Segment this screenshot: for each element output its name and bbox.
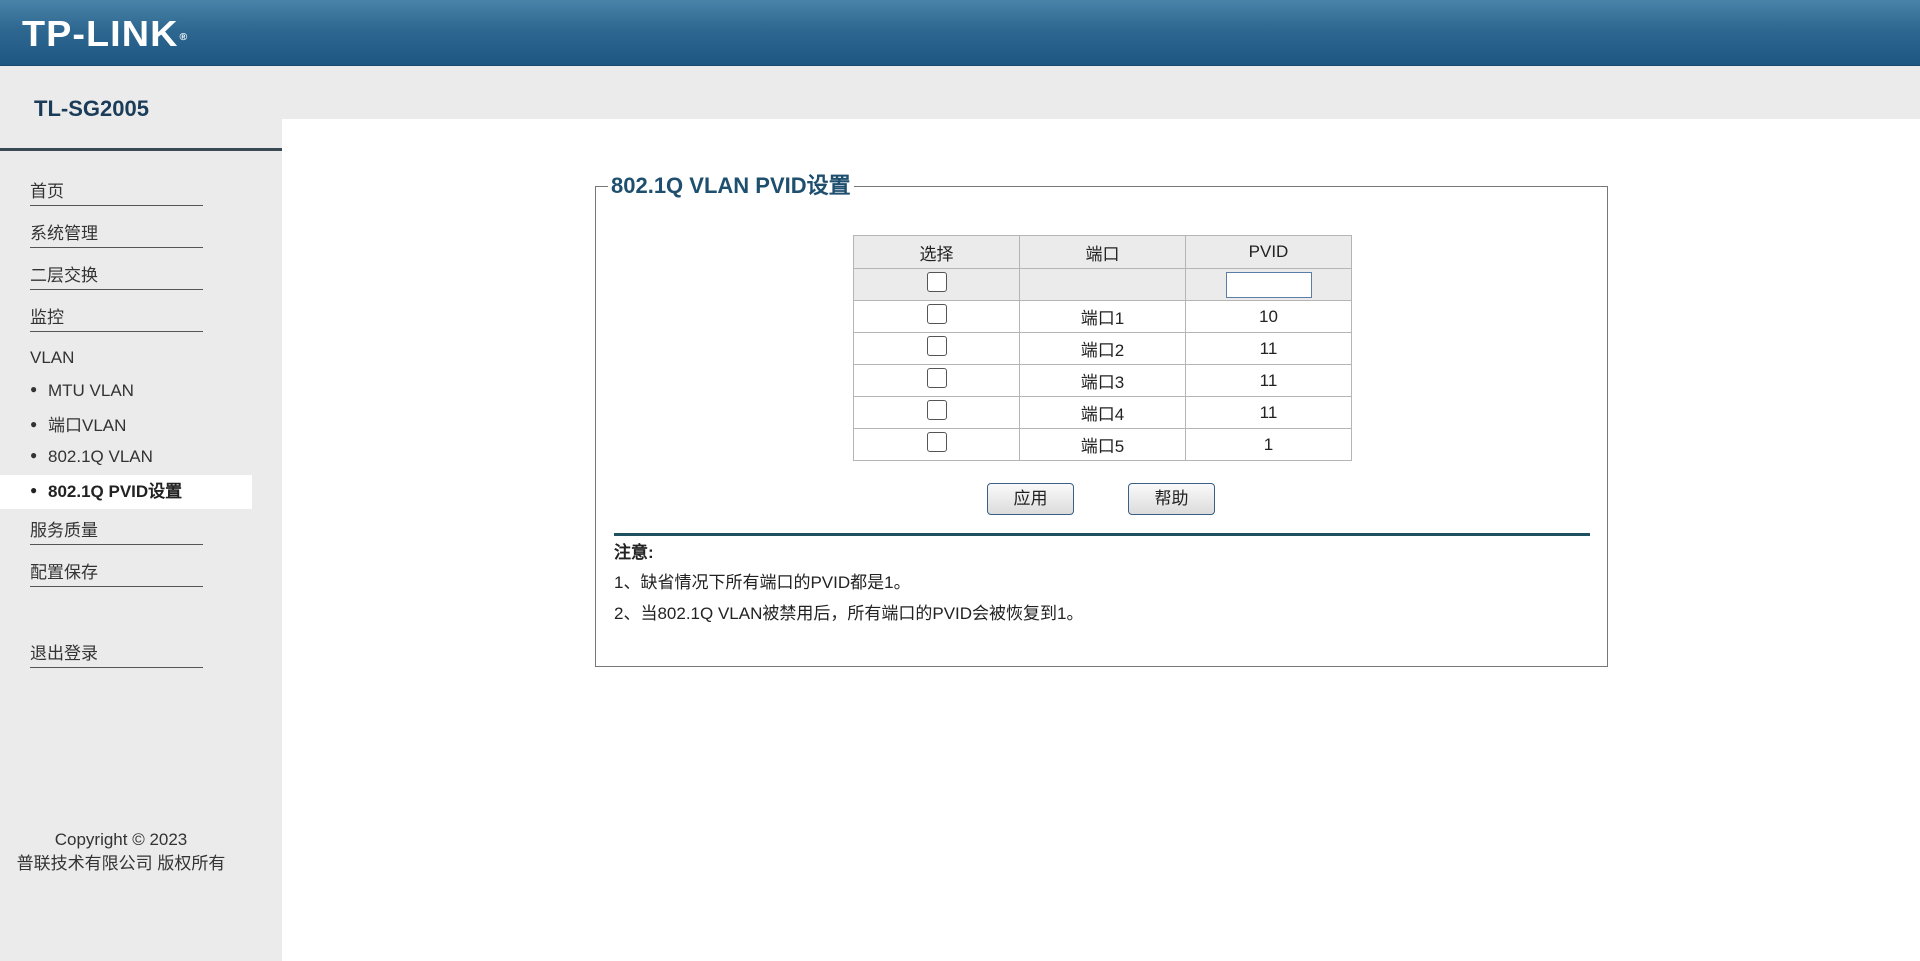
table-row: 端口1 10 — [853, 300, 1352, 333]
table-header-row: 选择 端口 PVID — [853, 235, 1352, 269]
header-strip — [0, 66, 1920, 119]
copyright-line-2: 普联技术有限公司 版权所有 — [16, 854, 226, 873]
sidebar-item-qos[interactable]: 服务质量 — [30, 518, 203, 545]
port-checkbox[interactable] — [926, 399, 947, 420]
sidebar-subitem-label: 802.1Q PVID设置 — [48, 482, 183, 501]
sidebar-item-home[interactable]: 首页 — [30, 179, 203, 206]
select-cell — [853, 332, 1020, 365]
note-line-1: 1、缺省情况下所有端口的PVID都是1。 — [614, 573, 911, 592]
pvid-input-cell — [1185, 268, 1352, 301]
pvid-input[interactable] — [1225, 271, 1312, 298]
note-line-2: 2、当802.1Q VLAN被禁用后，所有端口的PVID会被恢复到1。 — [614, 604, 1084, 623]
select-cell — [853, 428, 1020, 461]
sidebar-subitem-label: 802.1Q VLAN — [48, 447, 153, 466]
pvid-settings-panel: 802.1Q VLAN PVID设置 选择 端口 PVID 端口1 10 端口2… — [595, 173, 1608, 667]
pvid-table: 选择 端口 PVID 端口1 10 端口2 11 端口3 11 端口4 11 端… — [853, 235, 1352, 461]
column-header-pvid: PVID — [1185, 235, 1352, 269]
table-row: 端口5 1 — [853, 428, 1352, 461]
note-divider — [614, 533, 1590, 536]
registered-mark: ® — [179, 32, 189, 43]
select-cell — [853, 364, 1020, 397]
port-cell: 端口2 — [1019, 332, 1186, 365]
sidebar-subitem-port-vlan[interactable]: ● 端口VLAN — [30, 409, 282, 443]
model-divider — [0, 148, 282, 151]
pvid-cell: 11 — [1185, 364, 1352, 397]
empty-port-cell — [1019, 268, 1186, 301]
pvid-cell: 11 — [1185, 396, 1352, 429]
help-button[interactable]: 帮助 — [1128, 483, 1215, 515]
pvid-cell: 11 — [1185, 332, 1352, 365]
port-cell: 端口3 — [1019, 364, 1186, 397]
sidebar-item-save-config[interactable]: 配置保存 — [30, 560, 203, 587]
table-row: 端口2 11 — [853, 332, 1352, 365]
tp-link-logo: TP-LINK® — [22, 14, 188, 54]
sidebar-subitem-label: MTU VLAN — [48, 381, 134, 400]
copyright-line-1: Copyright © 2023 — [54, 830, 188, 849]
table-row: 端口3 11 — [853, 364, 1352, 397]
sidebar-subitem-8021q-pvid[interactable]: ● 802.1Q PVID设置 — [0, 475, 252, 509]
port-cell: 端口4 — [1019, 396, 1186, 429]
select-all-checkbox[interactable] — [926, 271, 947, 292]
select-all-cell — [853, 268, 1020, 301]
sidebar-item-monitor[interactable]: 监控 — [30, 305, 203, 332]
select-cell — [853, 300, 1020, 333]
port-checkbox[interactable] — [926, 335, 947, 356]
port-checkbox[interactable] — [926, 431, 947, 452]
bullet-icon: ● — [30, 483, 38, 497]
select-cell — [853, 396, 1020, 429]
sidebar-item-logout[interactable]: 退出登录 — [30, 641, 203, 668]
port-cell: 端口5 — [1019, 428, 1186, 461]
pvid-cell: 10 — [1185, 300, 1352, 333]
bullet-icon: ● — [30, 448, 38, 462]
column-header-select: 选择 — [853, 235, 1020, 269]
column-header-port: 端口 — [1019, 235, 1186, 269]
port-cell: 端口1 — [1019, 300, 1186, 333]
bullet-icon: ● — [30, 417, 38, 431]
sidebar-item-l2-switching[interactable]: 二层交换 — [30, 263, 203, 290]
batch-edit-row — [853, 268, 1352, 301]
sidebar-subitem-8021q-vlan[interactable]: ● 802.1Q VLAN — [30, 440, 282, 474]
sidebar-item-system[interactable]: 系统管理 — [30, 221, 203, 248]
note-title: 注意: — [614, 543, 654, 562]
sidebar-subitem-label: 端口VLAN — [48, 416, 127, 435]
port-checkbox[interactable] — [926, 303, 947, 324]
logo-text: TP-LINK — [22, 13, 179, 54]
panel-title: 802.1Q VLAN PVID设置 — [608, 173, 854, 199]
table-row: 端口4 11 — [853, 396, 1352, 429]
apply-button[interactable]: 应用 — [987, 483, 1074, 515]
device-model: TL-SG2005 — [34, 96, 149, 121]
top-banner: TP-LINK® — [0, 0, 1920, 66]
sidebar-subitem-mtu-vlan[interactable]: ● MTU VLAN — [30, 374, 282, 408]
sidebar-item-vlan[interactable]: VLAN — [30, 345, 74, 371]
bullet-icon: ● — [30, 382, 38, 396]
port-checkbox[interactable] — [926, 367, 947, 388]
sidebar: TL-SG2005 首页 系统管理 二层交换 监控 VLAN ● MTU VLAN… — [0, 66, 282, 961]
pvid-cell: 1 — [1185, 428, 1352, 461]
